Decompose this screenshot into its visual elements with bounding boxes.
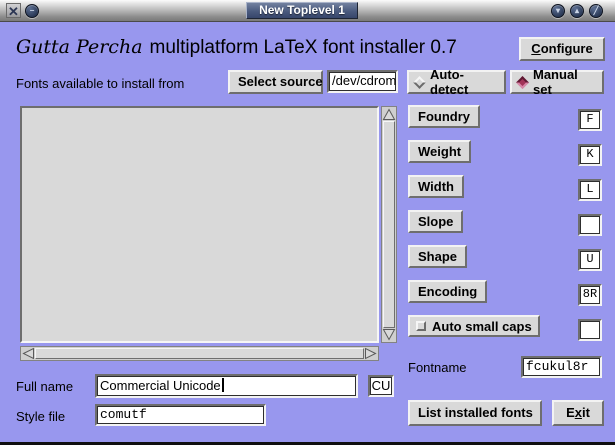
radio-diamond-icon — [413, 76, 426, 89]
gutta-percha-window: ✕ − New Toplevel 1 ▾ ▴ ╱ Gutta Percha mul… — [0, 0, 615, 445]
shape-entry[interactable]: U — [578, 249, 602, 271]
foundry-entry[interactable]: F — [578, 109, 602, 131]
radio-diamond-selected-icon — [516, 76, 529, 89]
select-source-button[interactable]: Select source — [228, 70, 323, 94]
scroll-right-arrow-icon[interactable] — [364, 347, 377, 360]
font-listbox[interactable] — [20, 106, 379, 343]
window-title: New Toplevel 1 — [246, 2, 358, 19]
horizontal-scrollbar-thumb[interactable] — [35, 348, 364, 359]
abbrev-entry[interactable]: CU — [368, 375, 394, 397]
style-file-label: Style file — [16, 409, 65, 424]
scroll-down-arrow-icon[interactable] — [382, 328, 396, 341]
title-rest: multiplatform LaTeX font installer 0.7 — [150, 37, 457, 58]
close-button[interactable]: ╱ — [589, 4, 603, 18]
encoding-entry[interactable]: 8R — [578, 284, 602, 306]
encoding-button[interactable]: Encoding — [408, 280, 487, 303]
foundry-button[interactable]: Foundry — [408, 105, 480, 128]
list-installed-fonts-button[interactable]: List installed fonts — [408, 400, 542, 426]
vertical-scrollbar-thumb[interactable] — [383, 121, 395, 328]
slope-entry[interactable] — [578, 214, 602, 236]
titlebar[interactable]: ✕ − New Toplevel 1 ▾ ▴ ╱ — [0, 0, 615, 22]
width-entry[interactable]: L — [578, 179, 602, 201]
shade-button[interactable]: − — [25, 4, 39, 18]
weight-entry[interactable]: K — [578, 144, 602, 166]
listbox-horizontal-scrollbar[interactable] — [20, 346, 379, 361]
exit-button[interactable]: Exit — [552, 400, 604, 426]
width-button[interactable]: Width — [408, 175, 464, 198]
full-name-entry[interactable]: Commercial Unicode — [95, 374, 358, 398]
style-file-entry[interactable]: comutf — [95, 404, 266, 426]
full-name-label: Full name — [16, 379, 73, 394]
small-caps-entry[interactable] — [578, 319, 602, 341]
auto-small-caps-checkbox[interactable]: Auto small caps — [408, 315, 540, 337]
checkbox-square-icon — [416, 321, 426, 331]
listbox-vertical-scrollbar[interactable] — [381, 106, 397, 343]
fonts-available-label: Fonts available to install from — [16, 76, 184, 91]
shape-button[interactable]: Shape — [408, 245, 467, 268]
roll-up-button[interactable]: ▴ — [570, 4, 584, 18]
roll-down-button[interactable]: ▾ — [551, 4, 565, 18]
fontname-label: Fontname — [408, 360, 467, 375]
text-cursor — [222, 378, 224, 392]
auto-detect-radio[interactable]: Auto-detect — [407, 70, 506, 94]
manual-set-radio[interactable]: Manual set — [510, 70, 604, 94]
fontname-entry[interactable]: fcukul8r — [521, 356, 602, 378]
weight-button[interactable]: Weight — [408, 140, 471, 163]
scroll-up-arrow-icon[interactable] — [382, 108, 396, 121]
slope-button[interactable]: Slope — [408, 210, 463, 233]
page-title: Gutta Percha multiplatform LaTeX font ins… — [16, 34, 457, 60]
brand-name: Gutta Percha — [16, 36, 143, 58]
device-path-entry[interactable]: /dev/cdrom — [327, 70, 398, 93]
scroll-left-arrow-icon[interactable] — [22, 347, 35, 360]
configure-button[interactable]: Configure — [519, 37, 605, 61]
app-icon: ✕ — [6, 3, 21, 18]
